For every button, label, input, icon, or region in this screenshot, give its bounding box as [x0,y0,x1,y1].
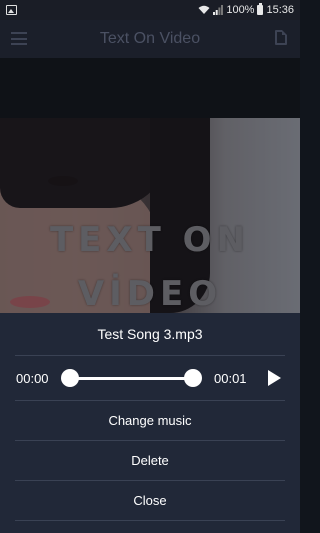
signal-icon [213,5,224,15]
delete-button[interactable]: Delete [0,441,300,481]
divider [15,355,285,356]
seek-end-thumb[interactable] [184,369,202,387]
seek-start-thumb[interactable] [61,369,79,387]
status-bar: 100% 15:36 [0,0,300,20]
status-right: 100% 15:36 [198,3,294,16]
app-bar: Text On Video [0,20,300,58]
video-preview[interactable]: TEXT ON VİDEO [0,118,300,313]
player-row: 00:00 00:01 [0,357,300,399]
battery-percent: 100% [226,4,255,16]
seek-bar[interactable] [70,377,193,380]
close-button[interactable]: Close [0,481,300,521]
image-icon [6,5,17,15]
battery-icon [257,3,264,15]
clock: 15:36 [266,4,294,16]
music-bottom-sheet: Test Song 3.mp3 00:00 00:01 Change music… [0,313,300,533]
time-end: 00:01 [214,371,247,386]
app-title: Text On Video [99,30,201,47]
time-start: 00:00 [16,371,49,386]
file-icon[interactable] [275,30,287,45]
song-name: Test Song 3.mp3 [97,326,203,342]
wifi-icon [198,5,210,14]
menu-icon[interactable] [11,32,27,45]
dark-overlay-strip [0,58,300,118]
play-icon[interactable] [268,370,281,386]
overlay-text-line-2[interactable]: VİDEO [0,274,300,313]
overlay-text-line-1[interactable]: TEXT ON [0,220,300,260]
change-music-button[interactable]: Change music [0,401,300,441]
divider [15,520,285,521]
